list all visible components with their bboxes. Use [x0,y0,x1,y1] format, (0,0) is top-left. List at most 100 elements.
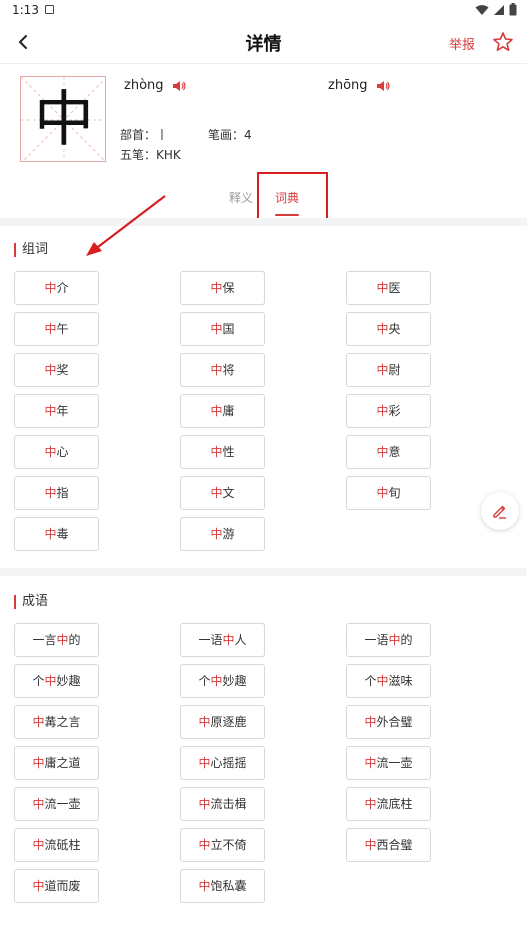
idiom-button[interactable]: 中西合璧 [346,828,431,862]
word-text: 的 [68,633,81,647]
word-button[interactable]: 中指 [14,476,99,510]
word-text: 国 [222,322,235,336]
highlight-char: 中 [44,404,57,418]
word-text: 一语 [364,633,389,647]
idiom-button[interactable]: 个中滋味 [346,664,431,698]
word-text: 将 [222,363,235,377]
idiom-button[interactable]: 中原逐鹿 [180,705,265,739]
pinyin-item[interactable]: zhòng [124,78,186,93]
idiom-button[interactable]: 一语中的 [346,623,431,657]
highlight-char: 中 [32,715,45,729]
word-text: 庸之道 [44,756,81,770]
word-button[interactable]: 中国 [180,312,265,346]
highlight-char: 中 [32,756,45,770]
word-text: 个 [32,674,45,688]
radical-info: 部首：丨 [120,128,169,142]
word-button[interactable]: 中奖 [14,353,99,387]
highlight-char: 中 [198,838,211,852]
word-text: 彩 [388,404,401,418]
highlight-char: 中 [376,445,389,459]
word-button[interactable]: 中心 [14,435,99,469]
word-text: 流一壶 [44,797,81,811]
word-button[interactable]: 中央 [346,312,431,346]
word-text: 外合璧 [376,715,413,729]
edit-button[interactable] [481,492,519,530]
word-text: 意 [388,445,401,459]
highlight-char: 中 [210,445,223,459]
idiom-button[interactable]: 中道而废 [14,869,99,903]
word-text: 流砥柱 [44,838,81,852]
word-button[interactable]: 中彩 [346,394,431,428]
word-button[interactable]: 中介 [14,271,99,305]
word-text: 性 [222,445,235,459]
idiom-button[interactable]: 中冓之言 [14,705,99,739]
word-button[interactable]: 中性 [180,435,265,469]
edit-pencil-icon [493,505,506,519]
idiom-button[interactable]: 中立不倚 [180,828,265,862]
speaker-icon[interactable] [376,80,390,92]
word-button[interactable]: 中医 [346,271,431,305]
word-button[interactable]: 中尉 [346,353,431,387]
idiom-button[interactable]: 中饱私囊 [180,869,265,903]
word-text: 旬 [388,486,401,500]
idiom-button[interactable]: 中流一壶 [14,787,99,821]
idiom-button[interactable]: 中流底柱 [346,787,431,821]
word-button[interactable]: 中旬 [346,476,431,510]
word-text: 西合璧 [376,838,413,852]
word-text: 指 [56,486,69,500]
word-button[interactable]: 中保 [180,271,265,305]
highlight-char: 中 [210,674,223,688]
highlight-char: 中 [210,363,223,377]
idioms-section-title: 成语 [14,595,48,609]
word-button[interactable]: 中午 [14,312,99,346]
word-text: 的 [400,633,413,647]
annotation-arrow [86,195,166,256]
word-button[interactable]: 中将 [180,353,265,387]
idiom-button[interactable]: 中流击楫 [180,787,265,821]
status-bar: 1:13 [0,0,527,22]
highlight-char: 中 [364,756,377,770]
idiom-button[interactable]: 个中妙趣 [14,664,99,698]
idiom-button[interactable]: 个中妙趣 [180,664,265,698]
word-text: 尉 [388,363,401,377]
highlight-char: 中 [32,879,45,893]
report-button[interactable]: 举报 [449,34,475,53]
word-text: 饱私囊 [210,879,247,893]
highlight-char: 中 [198,715,211,729]
word-text: 流底柱 [376,797,413,811]
favorite-button[interactable] [491,30,515,54]
pinyin-item[interactable]: zhōng [328,78,390,93]
highlight-char: 中 [210,404,223,418]
idiom-button[interactable]: 一言中的 [14,623,99,657]
idiom-button[interactable]: 中庸之道 [14,746,99,780]
idiom-button[interactable]: 中流砥柱 [14,828,99,862]
idiom-button[interactable]: 中外合璧 [346,705,431,739]
highlight-char: 中 [376,322,389,336]
pinyin-text: zhòng [124,78,164,93]
word-text: 妙趣 [56,674,81,688]
word-text: 原逐鹿 [210,715,247,729]
character-glyph: 中 [34,85,94,155]
word-button[interactable]: 中意 [346,435,431,469]
word-text: 人 [234,633,247,647]
tab-definition[interactable]: 释义 [229,189,253,206]
idiom-button[interactable]: 一语中人 [180,623,265,657]
word-button[interactable]: 中游 [180,517,265,551]
word-text: 央 [388,322,401,336]
highlight-char: 中 [32,838,45,852]
idiom-button[interactable]: 中流一壶 [346,746,431,780]
word-text: 文 [222,486,235,500]
battery-icon [509,3,517,16]
speaker-icon[interactable] [172,80,186,92]
word-text: 流一壶 [376,756,413,770]
pinyin-text: zhōng [328,78,368,93]
highlight-char: 中 [364,838,377,852]
word-button[interactable]: 中文 [180,476,265,510]
word-text: 冓之言 [44,715,81,729]
highlight-char: 中 [44,445,57,459]
word-button[interactable]: 中年 [14,394,99,428]
word-button[interactable]: 中庸 [180,394,265,428]
idiom-button[interactable]: 中心摇摇 [180,746,265,780]
highlight-char: 中 [376,674,389,688]
word-button[interactable]: 中毒 [14,517,99,551]
